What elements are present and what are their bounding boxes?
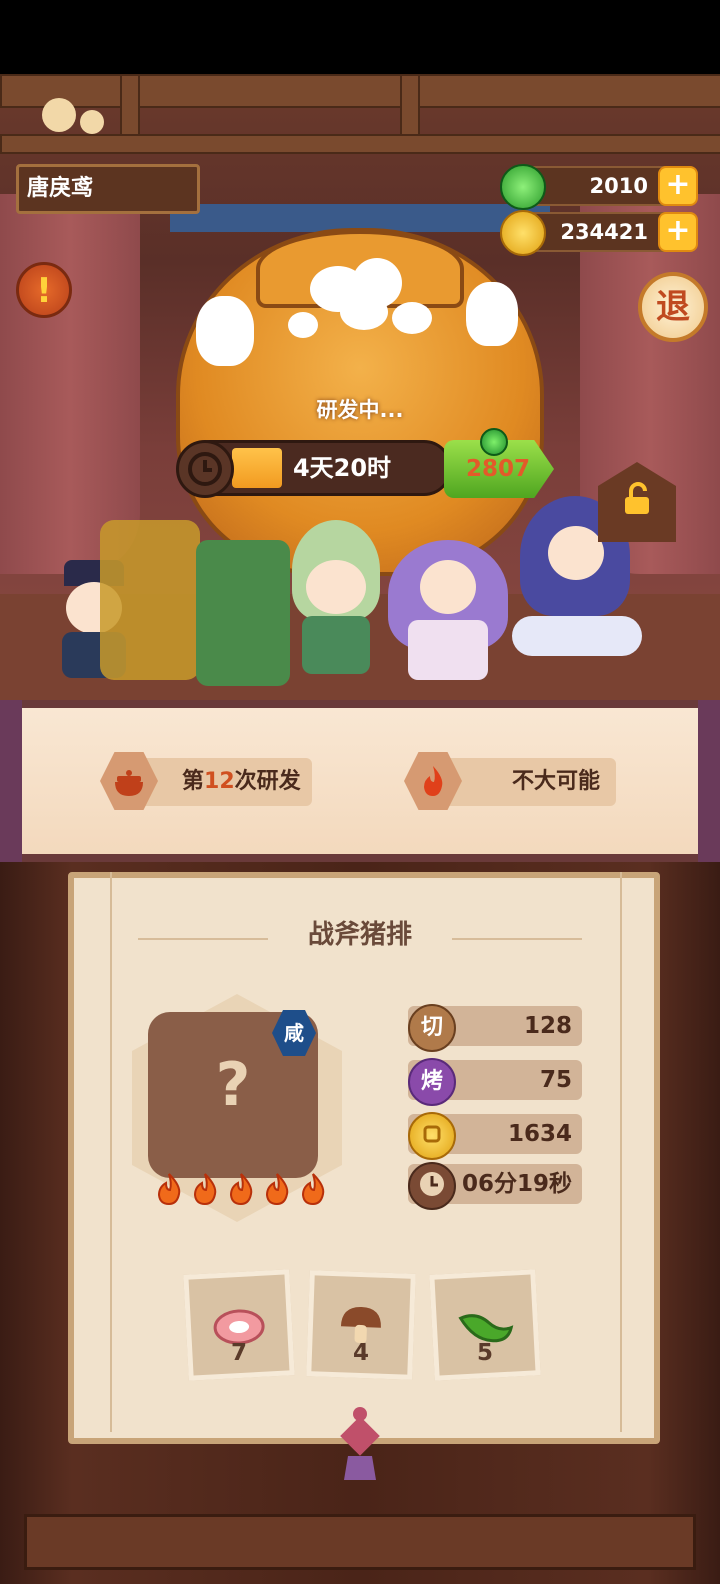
title-divider-right bbox=[452, 938, 582, 940]
stat-price-value: 1634 bbox=[507, 1121, 572, 1147]
stat-roast-value: 75 bbox=[539, 1067, 572, 1093]
player-name-box[interactable]: 唐戾鸢 bbox=[16, 164, 200, 214]
cut-icon: 切 bbox=[408, 1004, 456, 1052]
coin-icon bbox=[408, 1112, 456, 1160]
attempt-prefix: 第 bbox=[182, 769, 205, 794]
flame-icon bbox=[301, 1173, 325, 1206]
attempt-text: 第12次研发 bbox=[182, 758, 301, 806]
banner-end-left bbox=[0, 700, 22, 862]
ingredient-count-mushroom: 4 bbox=[352, 1340, 369, 1366]
stat-cook-time-value: 06分19秒 bbox=[461, 1171, 572, 1197]
clock-icon bbox=[408, 1162, 456, 1210]
character-priestess[interactable] bbox=[388, 520, 508, 680]
unlocked-padlock-icon bbox=[625, 482, 649, 514]
clock-icon bbox=[176, 440, 234, 498]
chick-icon bbox=[42, 98, 76, 132]
ingredient-count-meat: 7 bbox=[230, 1340, 247, 1366]
add-coin-button[interactable]: + bbox=[658, 212, 698, 252]
bottom-shelf bbox=[24, 1514, 696, 1570]
research-time-left: 4天20时 bbox=[292, 454, 392, 482]
research-status-label: 研发中... bbox=[316, 398, 404, 422]
alert-button[interactable]: ! bbox=[16, 262, 72, 318]
steam-puff bbox=[340, 294, 388, 330]
coin-value: 234421 bbox=[560, 220, 648, 244]
unknown-dish-mark: ? bbox=[215, 1050, 251, 1120]
steam-puff bbox=[392, 302, 432, 334]
attempt-suffix: 次研发 bbox=[234, 769, 301, 794]
jade-counter: 2010 + bbox=[500, 164, 698, 210]
chinese-knot-ornament bbox=[340, 1407, 380, 1480]
attempt-number: 12 bbox=[204, 769, 235, 794]
rabbit-cook-right bbox=[466, 282, 518, 346]
ingredient-count-pepper: 5 bbox=[476, 1340, 493, 1366]
exit-button[interactable]: 退 bbox=[638, 272, 708, 342]
flame-icon bbox=[265, 1173, 289, 1206]
roast-icon: 烤 bbox=[408, 1058, 456, 1106]
top-black-bar bbox=[0, 0, 720, 74]
jade-value: 2010 bbox=[589, 174, 648, 198]
curtain-left bbox=[0, 194, 140, 574]
steam-puff bbox=[288, 312, 318, 338]
flame-icon bbox=[193, 1173, 217, 1206]
dish-name: 战斧猪排 bbox=[307, 920, 412, 950]
character-swordsman[interactable] bbox=[288, 520, 384, 676]
roof-crossbeam bbox=[0, 134, 720, 154]
title-divider-left bbox=[138, 938, 268, 940]
coin-counter: 234421 + bbox=[500, 210, 698, 256]
banner-end-right bbox=[698, 700, 720, 862]
coin-icon bbox=[500, 210, 546, 256]
character-robot[interactable] bbox=[196, 540, 290, 686]
chick-icon bbox=[80, 110, 104, 134]
golden-altar bbox=[100, 520, 200, 680]
flame-icon bbox=[229, 1173, 253, 1206]
rabbit-cook-left bbox=[196, 296, 254, 366]
jade-icon bbox=[500, 164, 546, 210]
success-chance: 不大可能 bbox=[512, 769, 601, 794]
add-jade-button[interactable]: + bbox=[658, 166, 698, 206]
stat-cut-value: 128 bbox=[523, 1013, 572, 1039]
flame-icon bbox=[157, 1173, 181, 1206]
roof-beam bbox=[0, 74, 720, 108]
